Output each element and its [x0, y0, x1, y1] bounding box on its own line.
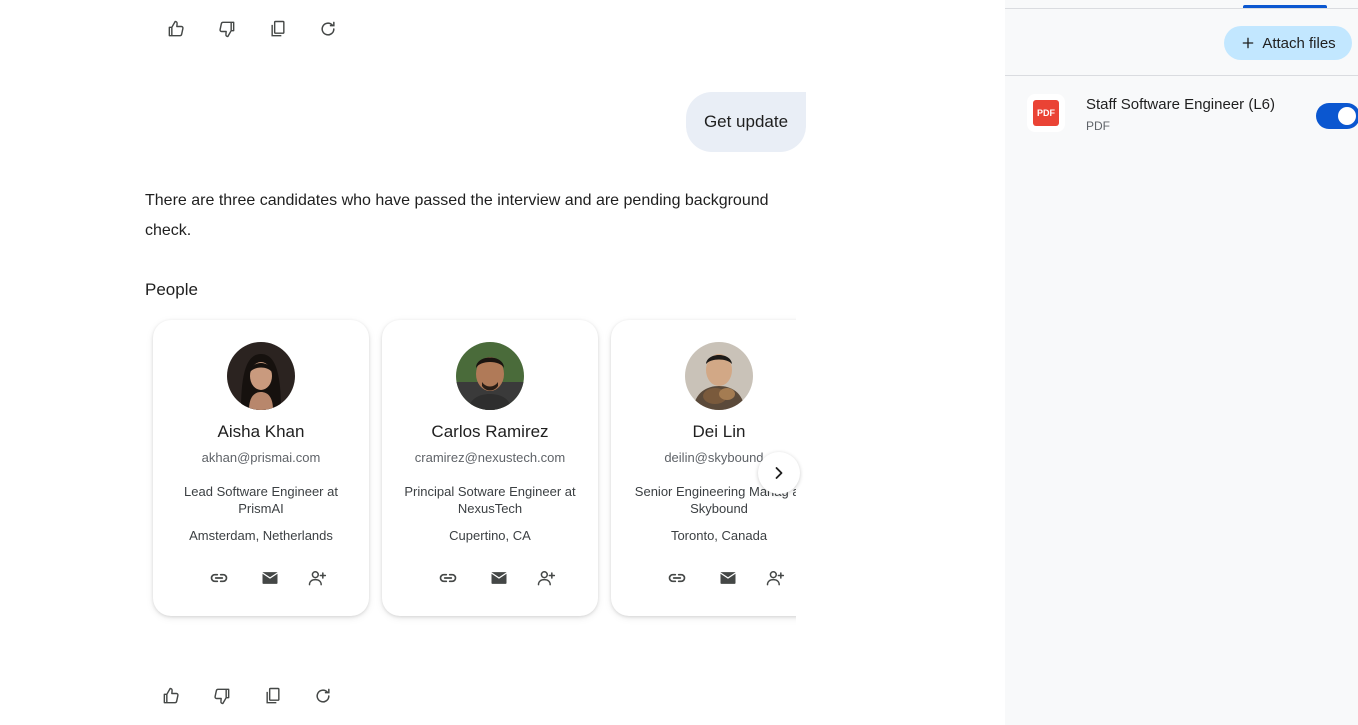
add-contact-icon: [308, 571, 327, 586]
person-photo: [227, 342, 295, 410]
regenerate-button[interactable]: [313, 14, 343, 44]
copy-button[interactable]: [263, 14, 293, 44]
thumbs-down-icon: [214, 688, 230, 705]
sources-panel: Attach files PDF Staff Software Engineer…: [1005, 0, 1358, 725]
file-enabled-toggle[interactable]: [1316, 103, 1358, 129]
panel-divider: [1005, 75, 1358, 76]
user-message-text: Get update: [703, 112, 789, 131]
person-name: Aisha Khan: [217, 422, 305, 441]
copy-button[interactable]: [258, 681, 288, 711]
pdf-file-icon: PDF: [1027, 94, 1065, 132]
chevron-right-icon: [775, 467, 783, 479]
file-type: PDF: [1086, 119, 1110, 133]
link-icon: [210, 573, 228, 583]
add-contact-icon: [537, 571, 556, 586]
panel-tab-divider: [1005, 8, 1358, 9]
add-contact-button[interactable]: [534, 566, 558, 590]
thumbs-up-icon: [163, 687, 179, 704]
avatar: [456, 342, 524, 410]
person-photo: [685, 342, 753, 410]
thumbs-up-button[interactable]: [161, 14, 191, 44]
copy-icon: [271, 20, 285, 37]
email-button[interactable]: [487, 566, 511, 590]
thumbs-down-button[interactable]: [207, 681, 237, 711]
card-actions: [382, 566, 598, 590]
thumbs-up-icon: [168, 20, 184, 37]
file-title: Staff Software Engineer (L6): [1086, 96, 1275, 113]
avatar: [227, 342, 295, 410]
person-name: Dei Lin: [692, 422, 746, 441]
user-message-bubble: Get update: [686, 92, 806, 152]
person-location: Toronto, Canada: [670, 528, 768, 543]
mail-icon: [491, 572, 507, 584]
thumbs-down-icon: [219, 21, 235, 38]
attached-file-row[interactable]: PDF Staff Software Engineer (L6) PDF: [1005, 86, 1358, 146]
avatar: [685, 342, 753, 410]
person-role: Lead Software Engineer at PrismAI: [184, 484, 338, 516]
attach-files-label: Attach files: [1262, 34, 1336, 52]
carousel-next-button[interactable]: [758, 452, 800, 494]
person-photo: [456, 342, 524, 410]
regenerate-icon: [321, 21, 335, 36]
copy-link-button[interactable]: [665, 566, 689, 590]
pdf-badge: PDF: [1033, 100, 1059, 126]
attach-files-button[interactable]: Attach files: [1224, 26, 1352, 60]
response-text: There are three candidates who have pass…: [145, 192, 769, 239]
person-email: akhan@prismai.com: [201, 450, 321, 465]
mail-icon: [720, 572, 736, 584]
thumbs-up-button[interactable]: [156, 681, 186, 711]
plus-icon: [1242, 37, 1254, 49]
link-icon: [439, 573, 457, 583]
person-email: cramirez@nexustech.com: [414, 450, 566, 465]
add-contact-button[interactable]: [763, 566, 787, 590]
mail-icon: [262, 572, 278, 584]
person-name: Carlos Ramirez: [431, 422, 549, 441]
copy-link-button[interactable]: [207, 566, 231, 590]
person-location: Cupertino, CA: [449, 528, 531, 543]
person-card[interactable]: Aisha Khan akhan@prismai.com Lead Softwa…: [153, 320, 369, 616]
person-location: Amsterdam, Netherlands: [189, 528, 333, 543]
link-icon: [668, 573, 686, 583]
email-button[interactable]: [258, 566, 282, 590]
copy-link-button[interactable]: [436, 566, 460, 590]
toggle-knob: [1338, 107, 1356, 125]
email-button[interactable]: [716, 566, 740, 590]
regenerate-icon: [316, 688, 330, 703]
person-card[interactable]: Carlos Ramirez cramirez@nexustech.com Pr…: [382, 320, 598, 616]
card-actions: [153, 566, 369, 590]
card-actions: [611, 566, 796, 590]
people-section-title: People: [145, 280, 198, 299]
add-contact-button[interactable]: [305, 566, 329, 590]
thumbs-down-button[interactable]: [212, 14, 242, 44]
active-tab-indicator: [1243, 5, 1327, 8]
person-role: Principal Sotware Engineer at NexusTech: [404, 484, 576, 516]
add-contact-icon: [766, 571, 785, 586]
copy-icon: [266, 687, 280, 704]
regenerate-button[interactable]: [308, 681, 338, 711]
people-carousel: Aisha Khan akhan@prismai.com Lead Softwa…: [140, 310, 796, 630]
